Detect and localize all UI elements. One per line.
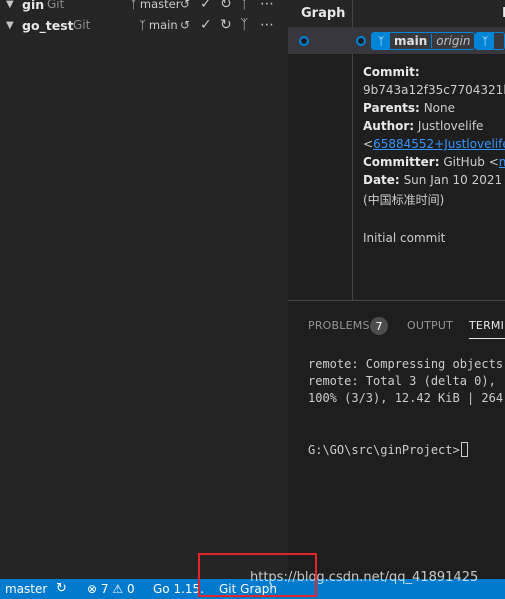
status-problems[interactable]: ⊗ 7 ⚠ 0 (87, 582, 135, 596)
repo-type: Git (47, 0, 65, 11)
graph-header: Graph D (288, 0, 505, 28)
committer-line: Committer: GitHub <no (363, 155, 505, 169)
author-line: Author: Justlovelife (363, 119, 484, 133)
warning-icon: ⚠ (112, 582, 124, 596)
committer-email-link[interactable]: no (499, 155, 505, 169)
repo-branch[interactable]: ᛉ main (139, 18, 178, 32)
repo-branch[interactable]: ᛉ master (130, 0, 180, 11)
commit-row[interactable]: ᛉ main origin ᛉ (288, 28, 505, 54)
graph-column-title: Graph (301, 6, 346, 21)
branch-node-icon (356, 36, 366, 46)
chevron-down-icon[interactable]: ▼ (6, 0, 14, 10)
terminal-line: remote: Total 3 (delta 0), r (308, 374, 505, 388)
author-email-link[interactable]: 65884552+Justlovelife@ (373, 137, 505, 151)
highlight-box (198, 553, 317, 597)
timezone: (中国标准时间) (363, 193, 445, 207)
tab-problems[interactable]: PROBLEMS (308, 319, 370, 332)
terminal-cursor (460, 442, 468, 457)
source-control-panel: ▼ gin Git ᛉ master ↺ ✓ ↻ ᛉ ⋯ ▼ go_test G… (0, 0, 288, 579)
repo-name: gin (22, 0, 45, 12)
branch-icon: ᛉ (139, 18, 146, 32)
active-tab-underline (469, 338, 505, 339)
commit-message: Initial commit (363, 231, 446, 245)
chevron-down-icon[interactable]: ▼ (6, 20, 14, 31)
git-graph-icon[interactable]: ᛉ (240, 17, 248, 33)
refresh-icon[interactable]: ↻ (220, 0, 232, 12)
status-go-version[interactable]: Go 1.15. (153, 582, 204, 596)
commit-hash-line: Commit: (363, 65, 420, 79)
branch-icon: ᛉ (130, 0, 137, 11)
problems-count-badge: 7 (370, 317, 388, 335)
repo-row-go-test[interactable]: ▼ go_test Git ᛉ main ↺ ✓ ↻ ᛉ ⋯ (0, 13, 288, 37)
tab-output[interactable]: OUTPUT (407, 319, 453, 332)
error-icon: ⊗ (87, 582, 98, 596)
branch-icon: ᛉ (372, 33, 390, 49)
date-line: Date: Sun Jan 10 2021 21 (363, 173, 505, 187)
commit-details: Commit: 9b743a12f35c7704321b8 Parents: N… (352, 54, 505, 300)
parents-line: Parents: None (363, 101, 455, 115)
sync-icon[interactable]: ↺ (180, 18, 190, 32)
terminal-prompt[interactable]: G:\GO\src\ginProject> (308, 442, 468, 457)
git-graph-icon[interactable]: ᛉ (240, 0, 248, 12)
repo-type: Git (73, 18, 91, 32)
branch-label-secondary[interactable]: ᛉ (475, 32, 505, 50)
refresh-icon[interactable]: ↻ (220, 17, 232, 33)
sync-icon[interactable]: ↻ (56, 581, 67, 596)
branch-icon: ᛉ (476, 33, 494, 49)
commit-check-icon[interactable]: ✓ (200, 17, 212, 33)
terminal-line: 100% (3/3), 12.42 KiB | 264.0 (308, 391, 505, 405)
more-actions-icon[interactable]: ⋯ (260, 0, 274, 12)
tab-terminal[interactable]: TERMIN (469, 319, 505, 332)
terminal-line: remote: Compressing objects: (308, 357, 505, 371)
sync-icon[interactable]: ↺ (180, 0, 190, 11)
commit-check-icon[interactable]: ✓ (200, 0, 212, 12)
commit-hash: 9b743a12f35c7704321b8 (363, 83, 505, 97)
git-graph-view: Graph D ᛉ main origin ᛉ Commit: 9b743a12… (288, 0, 505, 300)
status-branch[interactable]: master (5, 582, 47, 596)
more-actions-icon[interactable]: ⋯ (260, 17, 274, 33)
branch-label-main[interactable]: ᛉ main origin (371, 32, 476, 50)
column-divider (352, 0, 353, 28)
repo-name: go_test (22, 17, 74, 33)
bottom-panel: PROBLEMS 7 OUTPUT TERMIN remote: Compres… (288, 300, 505, 579)
author-email-line: <65884552+Justlovelife@ (363, 137, 505, 151)
vscode-window: ▼ gin Git ᛉ master ↺ ✓ ↻ ᛉ ⋯ ▼ go_test G… (0, 0, 505, 599)
commit-node-icon (299, 36, 309, 46)
